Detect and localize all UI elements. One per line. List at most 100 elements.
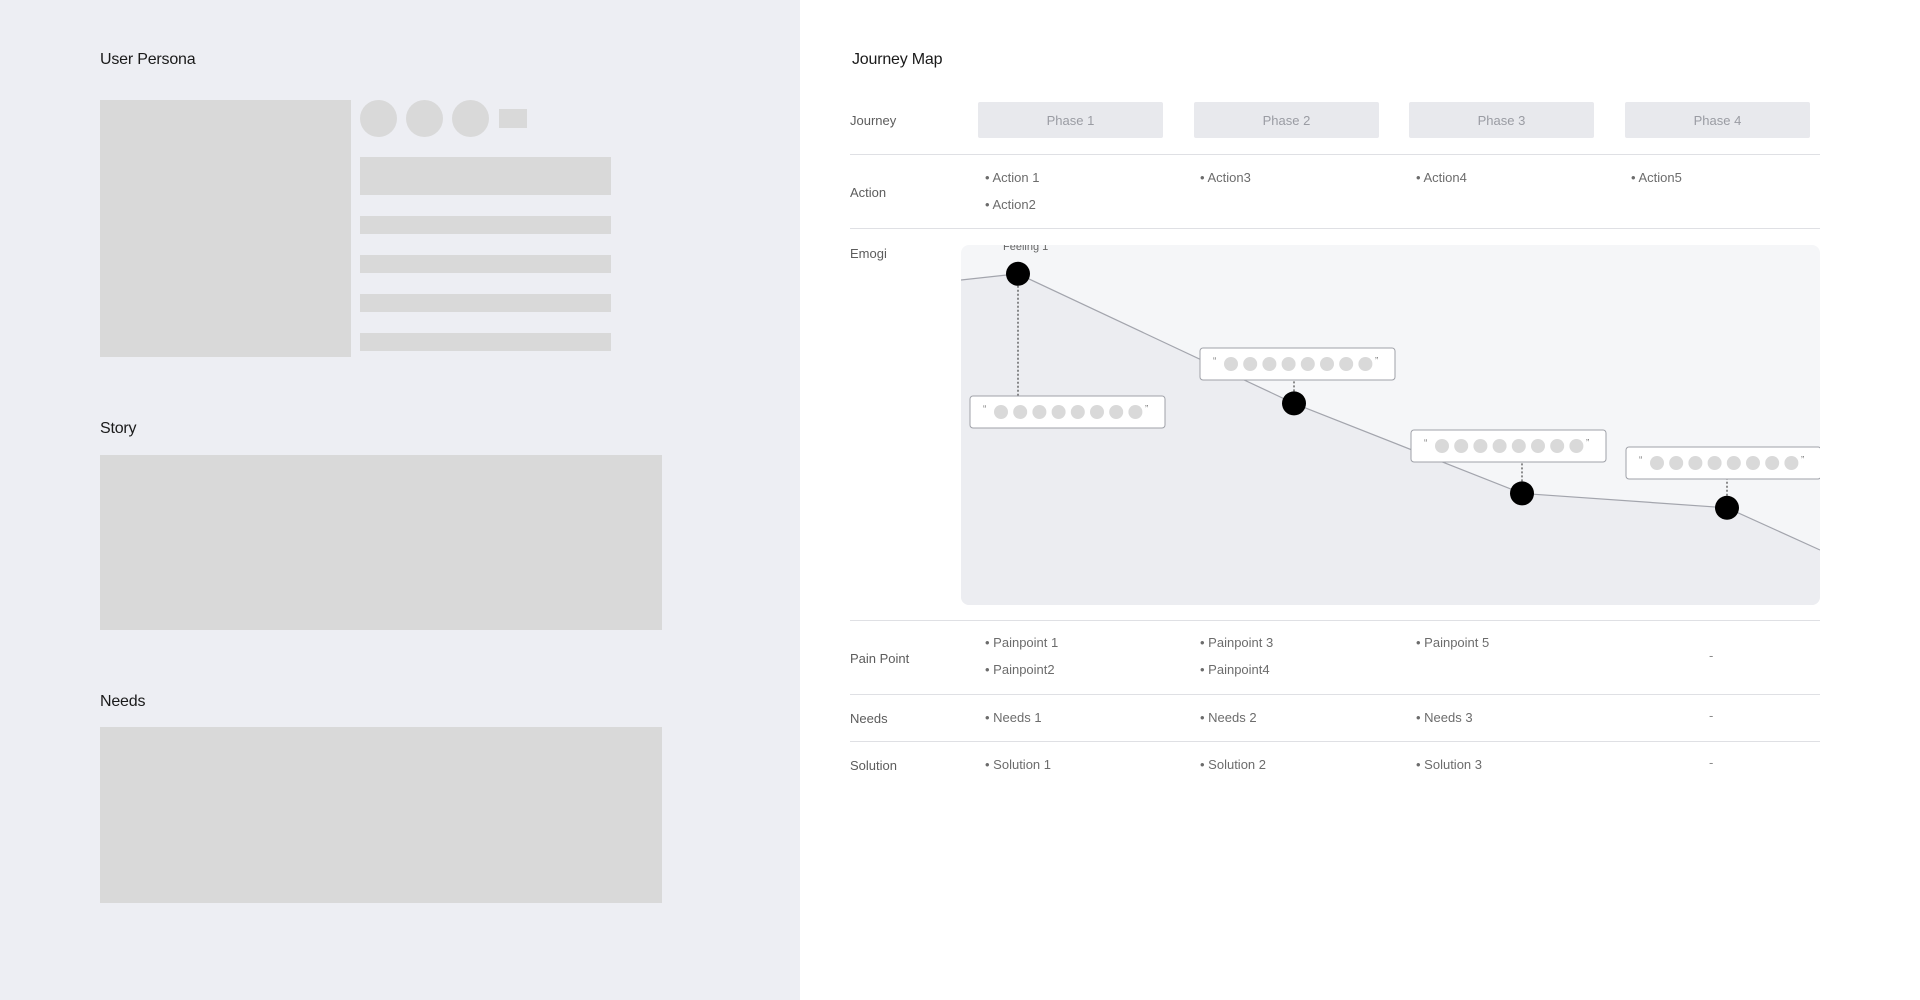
action-item-label: Action 1 [992,170,1040,185]
needs-item: • Needs 2 [1200,710,1257,725]
quote-placeholder-dot [1550,439,1565,453]
quote-placeholder-dot [1511,439,1526,453]
row-label-needs: Needs [850,711,888,726]
action-item: • Action 1 [985,170,1040,185]
row-label-emogi: Emogi [850,246,887,261]
empty-cell: - [1709,648,1714,663]
persona-name-placeholder [360,157,611,195]
empty-cell: - [1709,708,1714,723]
quote-placeholder-dot [1128,405,1143,419]
persona-line-placeholder-1 [360,216,611,234]
row-divider [850,620,1820,621]
quote-placeholder-dot [1224,357,1238,371]
pain-point-label: Painpoint4 [1208,662,1270,677]
solution-item: • Solution 3 [1416,757,1482,772]
quote-close-mark: ” [1375,356,1378,367]
persona-line-placeholder-3 [360,294,611,312]
pain-point-item: • Painpoint 5 [1416,635,1490,650]
action-item-label: Action5 [1638,170,1682,185]
phase-3: Phase 3 [1409,102,1594,138]
phase-2: Phase 2 [1194,102,1379,138]
needs-label: Needs 3 [1424,710,1473,725]
quote-close-mark: ” [1801,455,1804,466]
quote-placeholder-dot [1339,357,1354,371]
needs-title: Needs [100,693,146,710]
row-label-solution: Solution [850,758,897,773]
journey-map-title: Journey Map [852,51,943,68]
story-title: Story [100,420,137,437]
quote-open-mark: “ [1424,438,1427,449]
quote-placeholder-dot [1569,439,1584,453]
persona-avatar-placeholder-1 [360,100,397,137]
quote-placeholder-dot [1707,456,1722,470]
persona-photo-placeholder [100,100,351,357]
quote-placeholder-dot [1032,405,1047,419]
quote-placeholder-dot [1492,439,1507,453]
action-item: • Action3 [1200,170,1251,185]
solution-label: Solution 1 [993,757,1051,772]
needs-item: • Needs 1 [985,710,1042,725]
pain-point-item: • Painpoint 1 [985,635,1059,650]
quote-close-mark: ” [1586,438,1589,449]
needs-item: • Needs 3 [1416,710,1473,725]
action-item-label: Action3 [1207,170,1251,185]
quote-placeholder-dot [1090,405,1104,419]
persona-line-placeholder-4 [360,333,611,351]
persona-avatar-placeholder-3 [452,100,489,137]
quote-placeholder-dot [1300,357,1315,371]
action-item: • Action4 [1416,170,1467,185]
quote-placeholder-dot [1358,357,1373,371]
row-divider [850,694,1820,695]
quote-placeholder-dot [1243,357,1258,371]
quote-placeholder-dot [994,405,1008,419]
persona-panel: User Persona Story Needs [0,0,800,1000]
quote-placeholder-dot [1454,439,1469,453]
needs-label: Needs 1 [993,710,1042,725]
quote-placeholder-dot [1070,405,1085,419]
pain-point-label: Painpoint2 [993,662,1055,677]
quote-placeholder-dot [1051,405,1066,419]
persona-title: User Persona [100,51,196,68]
quote-placeholder-dot [1320,357,1334,371]
quote-placeholder-dot [1281,357,1296,371]
empty-cell: - [1709,755,1714,770]
emotion-marker [1006,261,1030,286]
needs-placeholder [100,727,662,903]
quote-placeholder-dot [1669,456,1684,470]
emotion-curve-chart: “ ” “ ” “ ” “ ” Feeling 1 [961,245,1820,605]
pain-point-item: • Painpoint 3 [1200,635,1274,650]
row-label-pain-point: Pain Point [850,651,910,666]
phase-4: Phase 4 [1625,102,1810,138]
persona-avatar-placeholder-2 [406,100,443,137]
quote-open-mark: “ [1213,356,1216,367]
quote-placeholder-dot [1726,456,1741,470]
emotion-marker [1715,495,1739,520]
persona-tag-placeholder [499,109,527,128]
quote-placeholder-dot [1473,439,1488,453]
pain-point-label: Painpoint 3 [1208,635,1274,650]
emotion-marker [1510,481,1534,506]
pain-point-item: • Painpoint2 [985,662,1055,677]
quote-placeholder-dot [1435,439,1449,453]
pain-point-label: Painpoint 1 [993,635,1059,650]
persona-line-placeholder-2 [360,255,611,273]
solution-item: • Solution 1 [985,757,1051,772]
solution-label: Solution 3 [1424,757,1482,772]
emotion-marker [1282,391,1306,416]
needs-label: Needs 2 [1208,710,1257,725]
quote-placeholder-dot [1531,439,1545,453]
solution-label: Solution 2 [1208,757,1266,772]
pain-point-label: Painpoint 5 [1424,635,1490,650]
action-item-label: Action4 [1423,170,1467,185]
quote-placeholder-dot [1784,456,1799,470]
quote-placeholder-dot [1013,405,1028,419]
action-item: • Action2 [985,197,1036,212]
quote-placeholder-dot [1109,405,1124,419]
quote-close-mark: ” [1145,404,1148,415]
quote-placeholder-dot [1262,357,1277,371]
solution-item: • Solution 2 [1200,757,1266,772]
row-divider [850,741,1820,742]
emotion-area [961,273,1820,605]
row-label-journey: Journey [850,113,897,128]
quote-open-mark: “ [1639,455,1642,466]
